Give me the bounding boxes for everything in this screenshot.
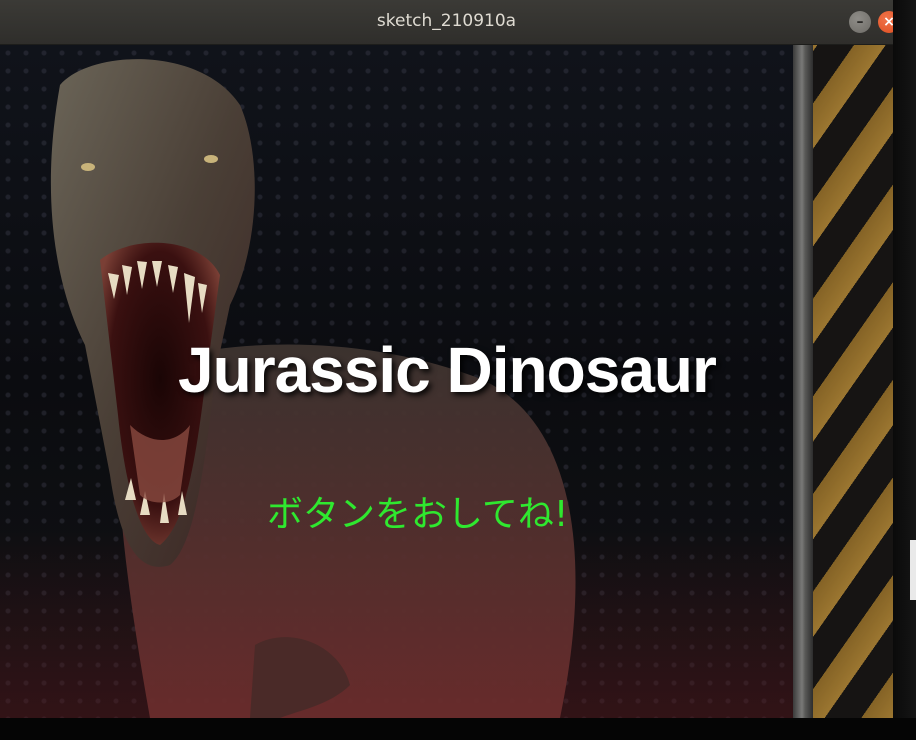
- app-window: sketch_210910a – × Jurassic Dinosaur ボタン…: [0, 0, 900, 718]
- sketch-canvas[interactable]: Jurassic Dinosaur ボタンをおしてね!: [0, 45, 893, 718]
- minimize-button[interactable]: –: [849, 11, 871, 33]
- desktop-scrap: [910, 540, 916, 600]
- steel-pillar: [793, 45, 813, 718]
- desktop-bottom: [0, 718, 916, 740]
- game-title: Jurassic Dinosaur: [178, 334, 717, 406]
- hazard-stripes: [813, 45, 893, 718]
- title-bar[interactable]: sketch_210910a – ×: [0, 0, 900, 45]
- window-title: sketch_210910a: [376, 11, 517, 31]
- desktop-edge: [893, 0, 916, 718]
- press-button-prompt: ボタンをおしてね!: [267, 494, 569, 535]
